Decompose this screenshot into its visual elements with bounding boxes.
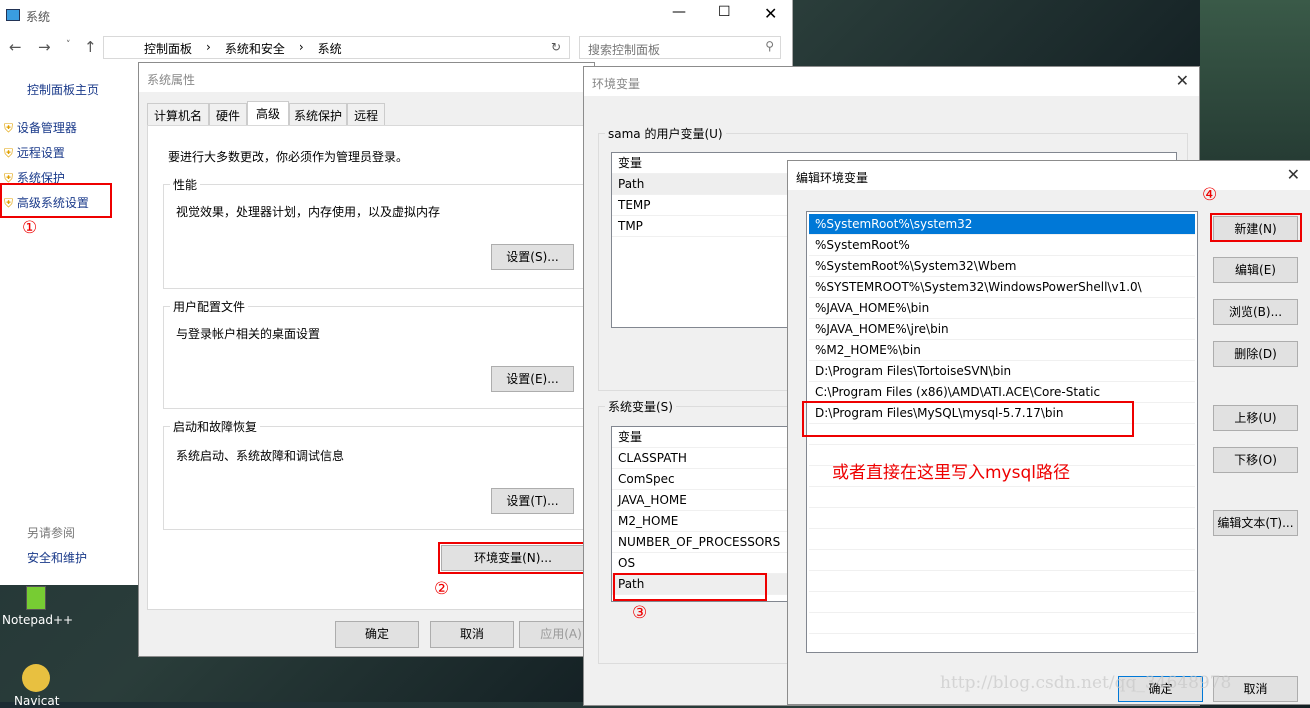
recent-chevron-icon[interactable]: ˅ (66, 40, 71, 50)
path-entry[interactable]: %SystemRoot%\system32 (809, 214, 1195, 235)
move-down-button[interactable]: 下移(O) (1213, 447, 1298, 473)
annotation-box-3 (613, 573, 767, 601)
cancel-button[interactable]: 取消 (430, 621, 514, 648)
desktop-green-area (1200, 0, 1310, 160)
delete-button[interactable]: 删除(D) (1213, 341, 1298, 367)
sidebar-item-device-manager[interactable]: ⛨ 设备管理器 (4, 116, 89, 141)
empty-row[interactable] (809, 508, 1195, 529)
breadcrumb-item[interactable]: 系统和安全 (225, 40, 285, 58)
column-header-variable: 变量 (618, 430, 643, 444)
annotation-box-mysql (802, 401, 1134, 437)
forward-icon[interactable]: → (38, 38, 51, 56)
refresh-icon[interactable]: ↻ (551, 40, 561, 54)
close-icon[interactable]: ✕ (1287, 165, 1300, 184)
annotation-box-1 (0, 183, 112, 218)
browse-button[interactable]: 浏览(B)... (1213, 299, 1298, 325)
empty-row[interactable] (809, 487, 1195, 508)
column-header-variable: 变量 (618, 156, 643, 170)
user-profiles-group: 用户配置文件 与登录帐户相关的桌面设置 设置(E)... (163, 298, 591, 409)
close-icon[interactable]: ✕ (1176, 71, 1189, 90)
profile-settings-button[interactable]: 设置(E)... (491, 366, 574, 392)
empty-row[interactable] (809, 613, 1195, 634)
path-entry[interactable]: %SystemRoot% (809, 235, 1195, 256)
sidebar-home-link[interactable]: 控制面板主页 (27, 81, 99, 98)
annotation-box-2 (438, 542, 586, 574)
edit-text-button[interactable]: 编辑文本(T)... (1213, 510, 1298, 536)
search-icon: ⚲ (765, 39, 774, 53)
tab-advanced[interactable]: 高级 (247, 101, 290, 128)
navicat-icon[interactable] (22, 664, 50, 692)
edit-button[interactable]: 编辑(E) (1213, 257, 1298, 283)
shield-icon: ⛨ (4, 121, 14, 135)
startup-settings-button[interactable]: 设置(T)... (491, 488, 574, 514)
path-entry[interactable]: %SYSTEMROOT%\System32\WindowsPowerShell\… (809, 277, 1195, 298)
empty-row[interactable] (809, 592, 1195, 613)
path-entry[interactable]: C:\Program Files (x86)\AMD\ATI.ACE\Core-… (809, 382, 1195, 403)
annotation-2: ② (434, 579, 450, 599)
admin-note: 要进行大多数更改，你必须作为管理员登录。 (168, 150, 409, 164)
minimize-button[interactable]: — (672, 4, 686, 20)
tab-panel: 要进行大多数更改，你必须作为管理员登录。 性能 视觉效果，处理器计划，内存使用，以… (147, 125, 591, 610)
address-bar[interactable]: 控制面板 › 系统和安全 › 系统 (103, 36, 570, 59)
window-title: 系统 (26, 10, 51, 24)
dialog-title: 环境变量 (584, 67, 1199, 96)
path-entry[interactable]: %JAVA_HOME%\bin (809, 298, 1195, 319)
security-link[interactable]: 安全和维护 (27, 549, 87, 566)
breadcrumb-item[interactable]: 系统 (318, 40, 342, 58)
desktop-icon-label[interactable]: Notepad++ (2, 613, 73, 627)
path-entry[interactable]: %JAVA_HOME%\jre\bin (809, 319, 1195, 340)
breadcrumb-item[interactable]: 控制面板 (144, 40, 192, 58)
path-entry[interactable]: D:\Program Files\TortoiseSVN\bin (809, 361, 1195, 382)
annotation-4: ④ (1202, 185, 1218, 205)
annotation-box-4 (1210, 213, 1302, 242)
performance-settings-button[interactable]: 设置(S)... (491, 244, 574, 270)
dialog-title: 编辑环境变量 (788, 161, 1310, 190)
ok-button[interactable]: 确定 (335, 621, 419, 648)
see-also-label: 另请参阅 (27, 526, 76, 540)
startup-recovery-group: 启动和故障恢复 系统启动、系统故障和调试信息 设置(T)... (163, 418, 591, 530)
desktop-icon-label[interactable]: Navicat (14, 694, 59, 708)
back-icon[interactable]: ← (9, 38, 22, 56)
empty-row[interactable] (809, 550, 1195, 571)
close-button[interactable]: ✕ (764, 4, 777, 23)
sidebar-item-remote[interactable]: ⛨ 远程设置 (4, 141, 89, 166)
empty-row[interactable] (809, 571, 1195, 592)
app-icon (6, 9, 20, 21)
path-entry[interactable]: %SystemRoot%\System32\Wbem (809, 256, 1195, 277)
search-input[interactable]: 搜索控制面板 ⚲ (579, 36, 781, 59)
dialog-title: 系统属性 (139, 63, 594, 92)
notepadpp-icon[interactable] (26, 586, 46, 610)
performance-group: 性能 视觉效果，处理器计划，内存使用，以及虚拟内存 设置(S)... (163, 176, 591, 289)
annotation-1: ① (22, 218, 38, 238)
watermark: http://blog.csdn.net/qq_34648978 (940, 673, 1232, 693)
shield-icon: ⛨ (4, 146, 14, 160)
annotation-3: ③ (632, 603, 648, 623)
empty-row[interactable] (809, 529, 1195, 550)
up-icon[interactable]: ↑ (84, 38, 97, 56)
move-up-button[interactable]: 上移(U) (1213, 405, 1298, 431)
maximize-button[interactable]: ☐ (718, 4, 731, 20)
path-entry[interactable]: %M2_HOME%\bin (809, 340, 1195, 361)
annotation-note: 或者直接在这里写入mysql路径 (832, 463, 1070, 483)
